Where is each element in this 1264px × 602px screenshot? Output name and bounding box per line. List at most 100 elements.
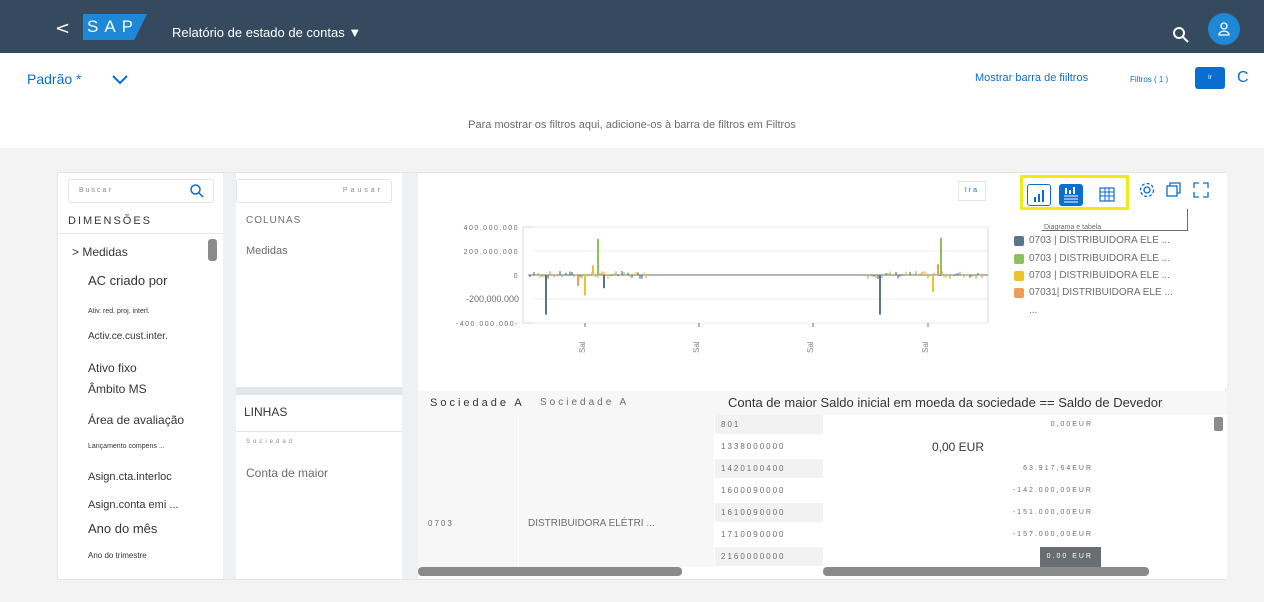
panel-splitter[interactable] (223, 173, 236, 579)
rows-title: LINHAS (244, 405, 288, 419)
variant-selector[interactable]: Padrão * (27, 71, 81, 87)
fullscreen-icon[interactable] (1192, 181, 1210, 199)
column-header-measure[interactable]: Conta de maior Saldo inicial em moeda da… (728, 391, 1162, 415)
ir-button[interactable]: Ira (958, 181, 986, 201)
legend-more[interactable]: ... (1029, 305, 1037, 316)
row-item-gl-account[interactable]: Conta de maior (246, 466, 328, 480)
value-cell: -151.000,00EUR (1012, 509, 1093, 516)
scrollbar-thumb[interactable] (208, 239, 217, 261)
divider (58, 233, 223, 234)
search-placeholder: Buscar (79, 187, 113, 194)
data-table: Sociedade A Sociedade A Conta de maior S… (418, 391, 1227, 579)
search-icon[interactable] (1172, 26, 1190, 44)
gl-account-cell[interactable]: 1420100400 (715, 459, 823, 479)
company-name: DISTRIBUIDORA ELÉTRI ... (528, 518, 655, 529)
y-tick-label: -400.000.000- (456, 321, 519, 328)
dimension-item[interactable]: Asign.conta emi ... (88, 499, 179, 511)
dimension-item[interactable]: AC criado por (88, 273, 167, 288)
dimensions-search-input[interactable]: Buscar (68, 179, 214, 203)
chart-table-view-button[interactable] (1059, 184, 1083, 206)
dimension-item-measures[interactable]: > Medidas (72, 245, 128, 259)
legend-swatch (1014, 288, 1024, 298)
go-button[interactable]: Ir (1195, 67, 1225, 89)
y-tick-label: -200,000.000 (466, 294, 519, 304)
dimension-item[interactable]: Ativo fixo (88, 361, 137, 375)
panel-splitter[interactable] (402, 173, 418, 579)
value-cell: 0,00EUR (1050, 421, 1093, 428)
dimension-item[interactable]: Âmbito MS (88, 382, 147, 396)
legend-swatch (1014, 236, 1024, 246)
search-icon[interactable] (189, 183, 205, 199)
gl-account-cell[interactable]: 2160000000 (715, 547, 823, 567)
legend-label: 07031| DISTRIBUIDORA ELE ... (1029, 287, 1173, 298)
chevron-down-icon[interactable] (110, 71, 130, 87)
column-header-company-name[interactable]: Sociedade A (540, 391, 629, 415)
chart-table-icon (1064, 187, 1078, 203)
columns-panel: Pausar COLUNAS Medidas LINHAS Sociedad C… (236, 173, 402, 579)
gl-account-cell[interactable]: 1710090000 (715, 525, 823, 545)
app-title-menu[interactable]: Relatório de estado de contas ▼ (172, 25, 361, 40)
x-tick-label: Sal (578, 341, 587, 353)
filters-button[interactable]: Filtros ( 1 ) (1130, 75, 1168, 84)
chart-area: Ira Diagrama e tabela 0703 | DISTRIBUIDO… (418, 173, 1227, 388)
value-cell: -142.000,00EUR (1012, 487, 1093, 494)
gl-account-cell[interactable]: 801 (715, 415, 823, 435)
legend-label: 0703 | DISTRIBUIDORA ELE ... (1029, 235, 1170, 246)
y-tick-label: 400.000.000 (464, 225, 519, 232)
filter-hint-text: Para mostrar os filtros aqui, adicione-o… (468, 119, 796, 131)
value-cell: 63.917,64EUR (1023, 465, 1093, 472)
back-button[interactable]: < (55, 18, 70, 39)
company-cell (418, 415, 518, 567)
vertical-scrollbar-thumb[interactable] (1214, 417, 1223, 431)
user-icon (1218, 22, 1230, 36)
horizontal-scrollbar-thumb[interactable] (823, 567, 1149, 576)
analysis-card: Buscar DIMENSÕES > Medidas AC criado por… (57, 172, 1227, 580)
view-switch-group (1020, 175, 1129, 210)
x-tick-label: Sal (806, 341, 815, 353)
dimension-item[interactable]: Ativ. red. proj. interl. (88, 308, 150, 315)
y-tick-label: 200.000.000 (464, 249, 519, 256)
dimensions-title: DIMENSÕES (68, 215, 153, 227)
dimension-item[interactable]: Lançamento compens ... (88, 443, 165, 450)
dimension-item[interactable]: Área de avaliação (88, 413, 184, 427)
page-header: Padrão * Mostrar barra de fiiltros Filtr… (0, 53, 1264, 148)
dimension-item[interactable]: Activ.ce.cust.inter. (88, 331, 168, 342)
show-filter-bar-button[interactable]: Mostrar barra de fiiltros (975, 72, 1088, 84)
column-item-measures[interactable]: Medidas (246, 245, 288, 257)
tooltip-text: Diagrama e tabela (1044, 224, 1102, 231)
user-avatar[interactable] (1208, 13, 1240, 45)
row-item-company[interactable]: Sociedad (246, 439, 295, 445)
company-code: 0703 (428, 519, 454, 528)
legend-swatch (1014, 271, 1024, 281)
column-header-company[interactable]: Sociedade A (430, 391, 525, 415)
dimension-item[interactable]: Asign.cta.interloc (88, 471, 172, 483)
copy-icon[interactable] (1164, 181, 1182, 199)
x-tick-label: Sal (921, 341, 930, 353)
pause-label: Pausar (342, 187, 383, 194)
bar-chart-icon (1034, 190, 1044, 202)
dimensions-panel: Buscar DIMENSÕES > Medidas AC criado por… (58, 173, 223, 579)
legend-label: 0703 | DISTRIBUIDORA ELE ... (1029, 253, 1170, 264)
horizontal-scrollbar-thumb[interactable] (418, 567, 682, 576)
divider (236, 431, 402, 432)
legend-swatch (1014, 254, 1024, 264)
dimension-item[interactable]: Ano do mês (88, 521, 157, 536)
value-cell: -157.000,00EUR (1012, 531, 1093, 538)
gear-icon[interactable] (1138, 181, 1156, 199)
shell-bar: < SAP Relatório de estado de contas ▼ (0, 0, 1264, 53)
value-cell: 0,00 EUR (931, 440, 985, 454)
columns-title: COLUNAS (246, 215, 302, 226)
gl-account-cell[interactable]: 1610090000 (715, 503, 823, 523)
gl-account-cell[interactable]: 1600090000 (715, 481, 823, 501)
refresh-button[interactable]: C (1237, 69, 1249, 87)
pause-button[interactable]: Pausar (236, 179, 392, 203)
company-name-cell (519, 415, 714, 567)
rows-splitter[interactable] (236, 387, 402, 395)
gl-account-cell[interactable]: 1338000000 (715, 437, 823, 457)
x-tick-label: Sal (692, 341, 701, 353)
dimension-item[interactable]: Ano do trimestre (88, 551, 147, 560)
table-view-button[interactable] (1095, 184, 1119, 206)
chart-view-button[interactable] (1027, 184, 1051, 206)
value-cell: 0.00 EUR (823, 547, 1101, 567)
sap-logo: SAP (83, 14, 147, 40)
